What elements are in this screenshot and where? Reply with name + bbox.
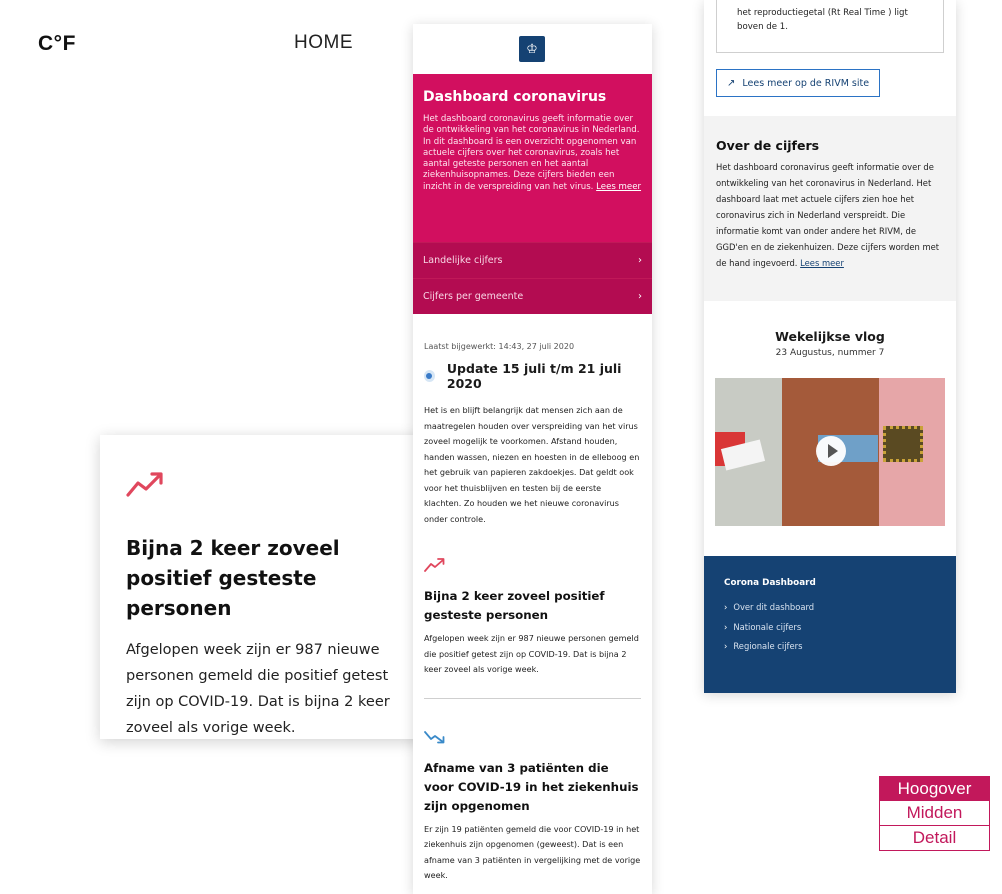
read-more-link[interactable]: Lees meer: [596, 182, 641, 192]
chevron-right-icon: ›: [638, 291, 642, 302]
phone-header: ♔: [413, 24, 652, 74]
bullet-dot-icon: [424, 370, 435, 382]
update-title: Update 15 juli t/m 21 juli 2020: [446, 361, 622, 391]
footer: Corona Dashboard Over dit dashboard Nati…: [704, 556, 956, 693]
footer-link-nationale-cijfers[interactable]: Nationale cijfers: [724, 622, 936, 632]
read-more-link[interactable]: Lees meer: [800, 258, 844, 268]
video-frame-1: [715, 378, 782, 526]
menu-item-label: Cijfers per gemeente: [423, 291, 524, 302]
update-text: Het is en blijft belangrijk dat mensen z…: [424, 405, 640, 524]
update-content: Laatst bijgewerkt: 14:43, 27 juli 2020 U…: [413, 314, 652, 884]
dashboard-intro-text: Het dashboard coronavirus geeft informat…: [423, 114, 642, 192]
phone-dashboard-detail: het reproductiegetal (Rt Real Time ) lig…: [704, 0, 956, 693]
card-title: Bijna 2 keer zoveel positief gesteste pe…: [126, 536, 340, 620]
about-text: Het dashboard coronavirus geeft informat…: [716, 162, 940, 268]
section-title: Bijna 2 keer zoveel positief gesteste pe…: [424, 589, 605, 622]
tab-midden[interactable]: Midden: [879, 801, 990, 826]
menu-item-landelijke-cijfers[interactable]: Landelijke cijfers ›: [413, 242, 652, 278]
footer-link-regionale-cijfers[interactable]: Regionale cijfers: [724, 641, 936, 651]
video-frame-3: [879, 378, 945, 526]
last-updated-text: Laatst bijgewerkt: 14:43, 27 juli 2020: [424, 342, 575, 351]
section-body: Afgelopen week zijn er 987 nieuwe person…: [424, 633, 639, 674]
footer-title: Corona Dashboard: [724, 578, 816, 588]
footer-links: Over dit dashboard Nationale cijfers Reg…: [724, 602, 936, 651]
dashboard-title: Dashboard coronavirus: [423, 89, 607, 105]
rivm-link-label: Lees meer op de RIVM site: [742, 77, 870, 89]
detail-level-tabs: Hoogover Midden Detail: [879, 776, 990, 851]
play-icon[interactable]: [816, 436, 846, 466]
update-heading: Update 15 juli t/m 21 juli 2020: [424, 361, 641, 391]
hospital-admissions-section: Afname van 3 patiënten die voor COVID-19…: [424, 699, 641, 884]
vlog-video-thumbnail[interactable]: [715, 378, 945, 526]
tab-hoogover[interactable]: Hoogover: [879, 776, 990, 801]
brand-logo[interactable]: C°F: [38, 32, 76, 56]
tab-detail[interactable]: Detail: [879, 826, 990, 851]
vlog-title: Wekelijkse vlog: [775, 329, 885, 344]
rivm-link-button[interactable]: ↗ Lees meer op de RIVM site: [716, 69, 881, 97]
menu-item-cijfers-per-gemeente[interactable]: Cijfers per gemeente ›: [413, 278, 652, 314]
reproduction-number-note: het reproductiegetal (Rt Real Time ) lig…: [716, 0, 944, 53]
section-title: Afname van 3 patiënten die voor COVID-19…: [424, 760, 639, 813]
about-figures-section: Over de cijfers Het dashboard coronaviru…: [704, 116, 956, 301]
card-body: Afgelopen week zijn er 987 nieuwe person…: [126, 642, 390, 736]
menu-item-label: Landelijke cijfers: [423, 255, 503, 266]
featured-stat-card: Bijna 2 keer zoveel positief gesteste pe…: [100, 435, 430, 739]
dashboard-intro: Dashboard coronavirus Het dashboard coro…: [413, 74, 652, 242]
rijksoverheid-crest-icon: ♔: [519, 36, 545, 62]
weekly-vlog-section: Wekelijkse vlog 23 Augustus, nummer 7: [704, 301, 956, 358]
trend-up-icon: [126, 472, 163, 497]
nav-home-link[interactable]: HOME: [294, 32, 353, 54]
about-title: Over de cijfers: [716, 138, 820, 153]
section-body: Er zijn 19 patiënten gemeld die voor COV…: [424, 823, 641, 881]
phone-dashboard-home: ♔ Dashboard coronavirus Het dashboard co…: [413, 24, 652, 894]
chevron-right-icon: ›: [638, 255, 642, 266]
vlog-subtitle: 23 Augustus, nummer 7: [775, 348, 885, 358]
trend-up-icon: [424, 558, 445, 572]
arrow-up-right-icon: ↗: [727, 77, 736, 89]
positive-tests-section: Bijna 2 keer zoveel positief gesteste pe…: [424, 527, 641, 699]
trend-down-icon: [424, 730, 445, 743]
footer-link-over-dashboard[interactable]: Over dit dashboard: [724, 602, 936, 612]
